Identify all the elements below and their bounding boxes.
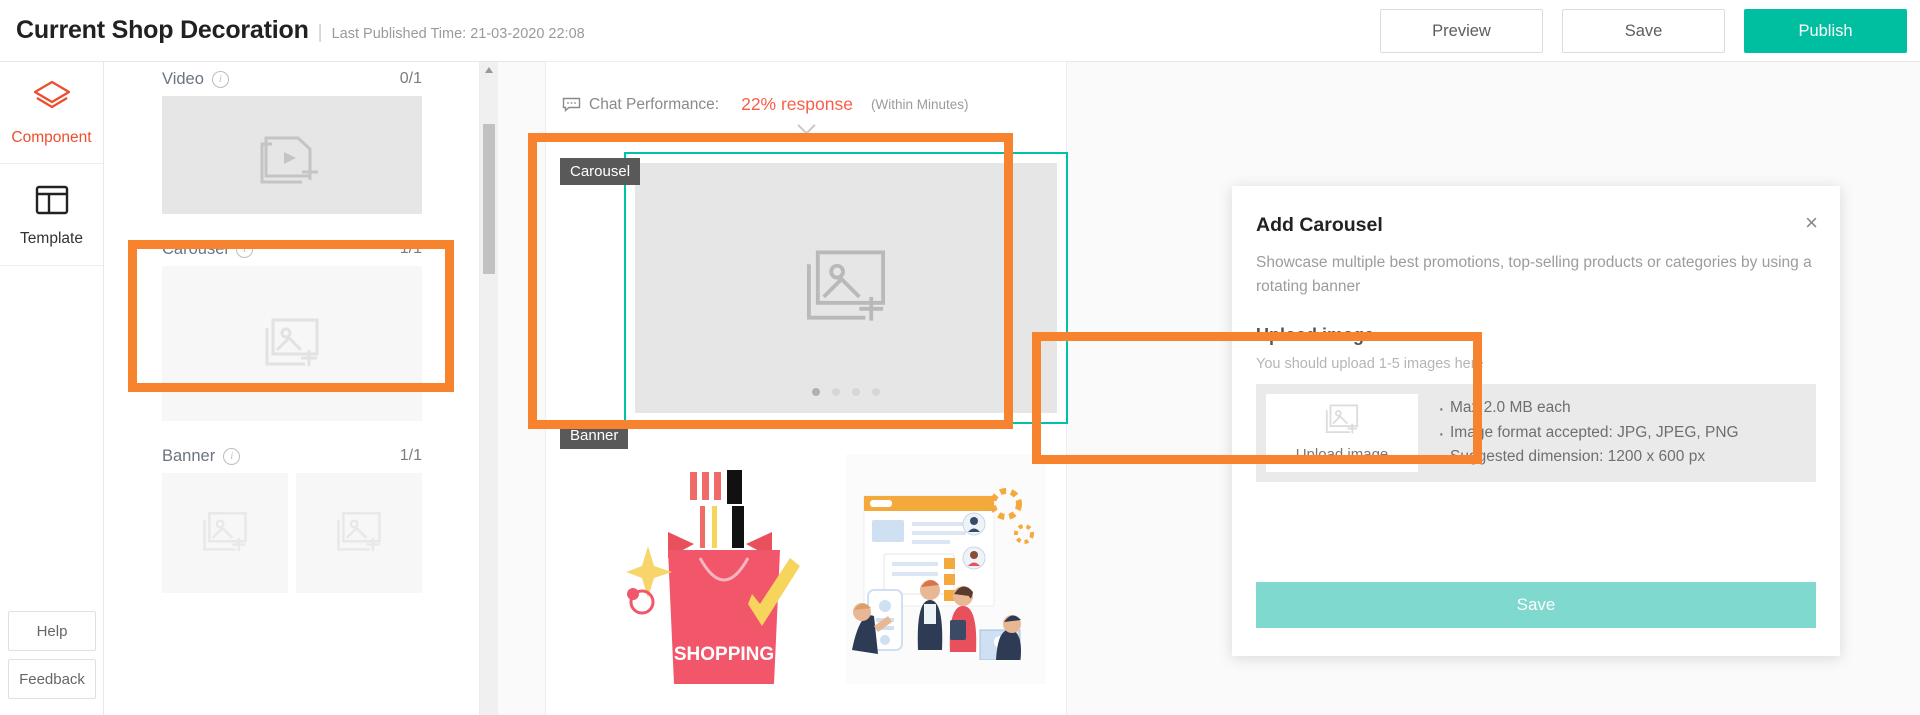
component-block-video: Video i 0/1 (162, 62, 422, 214)
info-icon[interactable]: i (211, 70, 229, 88)
chat-performance-value: 22% response (741, 94, 853, 114)
rail-bottom-actions: Help Feedback (0, 611, 104, 707)
top-bar: Current Shop Decoration | Last Published… (0, 0, 1920, 62)
section-tag-banner[interactable]: Banner (560, 422, 629, 449)
component-panel: Video i 0/1 Carousel i 1/1 Banner i 1/1 (104, 62, 480, 715)
vertical-scrollbar[interactable] (480, 62, 498, 715)
upload-rule: Image format accepted: JPG, JPEG, PNG (1436, 419, 1739, 451)
chat-performance-note: (Within Minutes) (870, 97, 969, 112)
left-rail: Component Template Help Feedback (0, 62, 104, 715)
chat-performance-label: Chat Performance: (589, 95, 720, 113)
component-header-video: Video i 0/1 (162, 62, 422, 96)
title-group: Current Shop Decoration | Last Published… (0, 16, 585, 45)
help-button[interactable]: Help (8, 611, 96, 651)
section-tag-carousel[interactable]: Carousel (560, 158, 641, 185)
upload-rule: Max 2.0 MB each (1436, 394, 1739, 426)
component-block-carousel: Carousel i 1/1 (162, 214, 422, 421)
title-separator: | (317, 22, 323, 43)
chat-performance-row: Chat Performance: 22% response (Within M… (546, 62, 1066, 115)
upload-rules-list: Max 2.0 MB each Image format accepted: J… (1436, 394, 1739, 475)
save-button[interactable]: Save (1562, 9, 1725, 53)
component-label-banner: Banner (162, 446, 216, 465)
carousel-dot[interactable] (872, 388, 880, 396)
banner-image-team[interactable] (846, 454, 1046, 684)
dialog-title: Add Carousel (1256, 214, 1383, 236)
video-placeholder-tile[interactable] (162, 96, 422, 214)
rail-item-template[interactable]: Template (0, 164, 103, 266)
upload-rule: Suggested dimension: 1200 x 600 px (1436, 443, 1739, 475)
rail-item-component[interactable]: Component (0, 62, 103, 164)
upload-image-label: Upload image (1295, 446, 1389, 464)
upload-image-hint: You should upload 1-5 images here (1256, 356, 1484, 373)
dialog-save-button[interactable]: Save (1256, 582, 1816, 628)
page-title: Current Shop Decoration (16, 16, 309, 44)
component-label-carousel: Carousel (162, 239, 229, 258)
upload-image-heading: Upload image (1256, 325, 1375, 346)
component-header-banner: Banner i 1/1 (162, 439, 422, 473)
close-icon[interactable]: × (1805, 212, 1818, 234)
publish-button[interactable]: Publish (1744, 9, 1907, 53)
carousel-section-selected[interactable] (624, 152, 1068, 424)
scroll-up-arrow-icon[interactable] (485, 67, 493, 73)
carousel-dot[interactable] (852, 388, 860, 396)
carousel-dots[interactable] (635, 388, 1057, 396)
collapse-row[interactable] (546, 115, 1066, 137)
component-count-carousel: 1/1 (399, 240, 422, 257)
phone-preview: Chat Performance: 22% response (Within M… (546, 62, 1068, 715)
banner-placeholder-tile[interactable] (296, 473, 422, 593)
rail-item-component-label: Component (11, 128, 92, 146)
preview-button[interactable]: Preview (1380, 9, 1543, 53)
component-block-banner: Banner i 1/1 (162, 421, 422, 593)
dialog-description: Showcase multiple best promotions, top-s… (1256, 254, 1812, 296)
component-label-video: Video (162, 69, 204, 88)
feedback-button[interactable]: Feedback (8, 659, 96, 699)
add-carousel-dialog: × Add Carousel Showcase multiple best pr… (1232, 186, 1840, 656)
upload-zone: Upload image Max 2.0 MB each Image forma… (1256, 384, 1816, 483)
carousel-dot[interactable] (812, 388, 820, 396)
component-header-carousel: Carousel i 1/1 (162, 232, 422, 266)
image-add-icon (1323, 403, 1361, 442)
carousel-image-placeholder[interactable] (635, 163, 1057, 413)
layers-icon (31, 79, 73, 122)
carousel-dot[interactable] (832, 388, 840, 396)
top-bar-actions: Preview Save Publish (1380, 0, 1907, 62)
chat-bubble-icon (562, 97, 581, 113)
carousel-placeholder-tile[interactable] (162, 266, 422, 421)
scrollbar-thumb[interactable] (483, 124, 495, 274)
rail-item-template-label: Template (20, 229, 83, 247)
banner-image-shopping[interactable]: SHOPPING (624, 454, 824, 684)
upload-image-button[interactable]: Upload image (1266, 394, 1418, 473)
component-count-banner: 1/1 (399, 447, 422, 464)
last-published-time: Last Published Time: 21-03-2020 22:08 (331, 26, 585, 42)
info-icon[interactable]: i (236, 240, 254, 258)
svg-text:SHOPPING: SHOPPING (674, 644, 774, 665)
banner-section[interactable]: SHOPPING (624, 442, 1068, 715)
info-icon[interactable]: i (223, 447, 241, 465)
chevron-down-icon[interactable] (796, 116, 816, 135)
layout-icon (33, 182, 71, 223)
app-root: Current Shop Decoration | Last Published… (0, 0, 1920, 715)
component-count-video: 0/1 (399, 70, 422, 87)
banner-placeholder-tile[interactable] (162, 473, 288, 593)
